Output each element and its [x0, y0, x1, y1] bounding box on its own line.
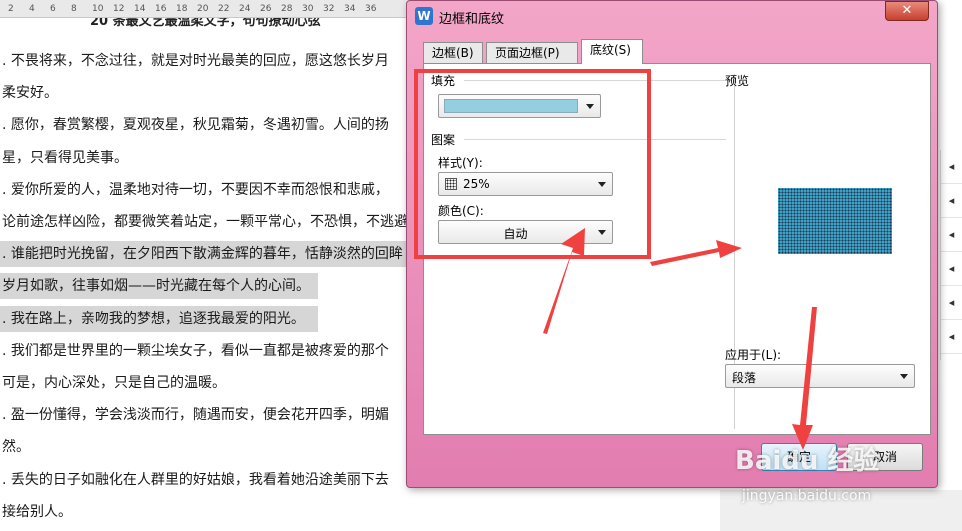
document-line: . 盈一份懂得，学会浅淡而行，随遇而安，便会花开四季，明媚: [2, 407, 389, 424]
apply-to-dropdown[interactable]: 段落: [725, 364, 915, 388]
apply-to-value: 段落: [732, 371, 757, 385]
document-line: 然。: [2, 439, 30, 456]
horizontal-ruler: 2 4 6 8 10 12 14 16 18 20 22 24 26 28 30 32 34 36: [0, 0, 420, 18]
ruler-tick-label: 34: [344, 4, 356, 14]
side-panel-row[interactable]: ◂: [941, 150, 962, 184]
dialog-titlebar[interactable]: W 边框和底纹 ✕: [407, 1, 937, 33]
shading-preview: [778, 188, 892, 254]
document-line: 星，只看得见美事。: [2, 149, 128, 166]
ruler-tick-label: 26: [260, 4, 272, 14]
ruler-tick-label: 32: [323, 4, 335, 14]
ruler-tick-label: 36: [365, 4, 377, 14]
tab-page-border[interactable]: 页面边框(P): [486, 42, 578, 63]
dialog-title: 边框和底纹: [439, 12, 505, 27]
close-button[interactable]: ✕: [885, 1, 929, 21]
ruler-tick-label: 10: [92, 4, 104, 14]
side-panel-row[interactable]: ◂: [941, 286, 962, 320]
document-line: . 我们都是世界里的一颗尘埃女子，看似一直都是被疼爱的那个: [2, 342, 389, 359]
side-panel: ◂ ◂ ◂ ◂ ◂ ◂: [940, 150, 962, 360]
document-line: 论前途怎样凶险，都要微笑着站定，一颗平常心，不恐惧，不逃避: [2, 214, 408, 230]
document-line: . 丢失的日子如融化在人群里的好姑娘，我看着她沿途美丽下去: [2, 471, 389, 488]
ruler-tick-label: 6: [50, 4, 56, 14]
chevron-down-icon: [900, 374, 908, 379]
apply-to-label: 应用于(L):: [725, 348, 782, 362]
preview-label: 预览: [725, 74, 750, 88]
ruler-tick-label: 22: [218, 4, 230, 14]
ruler-tick-label: 16: [155, 4, 167, 14]
side-panel-row[interactable]: ◂: [941, 184, 962, 218]
document-line: 岁月如歌，往事如烟——时光藏在每个人的心间。: [0, 273, 318, 300]
document-heading: 20 条最文艺最温柔文字，句句撩动心弦: [90, 18, 321, 29]
ruler-tick-label: 4: [29, 4, 35, 14]
document-line: . 我在路上，亲吻我的梦想，追逐我最爱的阳光。: [0, 305, 318, 332]
document-line: . 谁能把时光挽留，在夕阳西下散满金辉的暮年，恬静淡然的回眸: [0, 241, 418, 268]
watermark-logo: Baidu 经验: [735, 446, 880, 476]
document-line: . 不畏将来，不念过往，就是对时光最美的回应，愿这悠长岁月: [2, 53, 389, 69]
side-panel-row[interactable]: ◂: [941, 320, 962, 354]
ruler-tick-label: 18: [176, 4, 188, 14]
document-line: 可是，内心深处，只是自己的温暖。: [2, 375, 226, 391]
ruler-tick-label: 8: [71, 4, 77, 14]
document-line: 接给别人。: [2, 503, 72, 520]
app-icon: W: [415, 7, 433, 25]
ruler-tick-label: 20: [197, 4, 209, 14]
ruler-tick-label: 2: [8, 4, 14, 14]
side-panel-row[interactable]: ◂: [941, 252, 962, 286]
annotation-highlight-box: [414, 69, 651, 259]
ruler-tick-label: 30: [302, 4, 314, 14]
tab-borders[interactable]: 边框(B): [423, 42, 483, 63]
tab-shading[interactable]: 底纹(S): [581, 39, 643, 64]
document-line: . 愿你，春赏繁樱，夏观夜星，秋见霜菊，冬遇初雪。人间的扬: [2, 117, 389, 134]
side-panel-row[interactable]: ◂: [941, 218, 962, 252]
watermark-url: jingyan.baidu.com: [742, 488, 872, 504]
document-page[interactable]: 20 条最文艺最温柔文字，句句撩动心弦 . 不畏将来，不念过往，就是对时光最美的…: [0, 18, 420, 531]
ruler-tick-label: 14: [134, 4, 146, 14]
ruler-tick-label: 24: [239, 4, 251, 14]
document-line: 柔安好。: [2, 85, 58, 102]
ruler-tick-label: 28: [281, 4, 293, 14]
document-line: . 爱你所爱的人，温柔地对待一切，不要因不幸而怨恨和悲戚，: [2, 181, 389, 198]
ruler-tick-label: 12: [113, 4, 125, 14]
